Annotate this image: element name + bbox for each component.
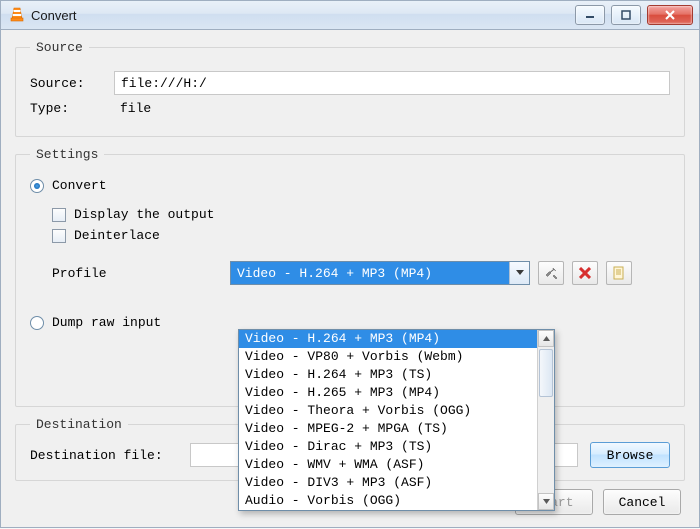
minimize-button[interactable]: [575, 5, 605, 25]
source-legend: Source: [30, 40, 89, 55]
profile-dropdown-list[interactable]: Video - H.264 + MP3 (MP4)Video - VP80 + …: [238, 329, 555, 511]
profile-option[interactable]: Video - H.265 + MP3 (MP4): [239, 384, 537, 402]
type-value: file: [114, 101, 157, 116]
profile-option[interactable]: Video - WMV + WMA (ASF): [239, 456, 537, 474]
scroll-track[interactable]: [538, 347, 554, 493]
checkbox-icon: [52, 229, 66, 243]
profile-selected-value: Video - H.264 + MP3 (MP4): [231, 262, 509, 284]
window-title: Convert: [31, 8, 77, 23]
profile-option[interactable]: Audio - Vorbis (OGG): [239, 492, 537, 510]
maximize-button[interactable]: [611, 5, 641, 25]
source-group: Source Source: Type: file: [15, 40, 685, 137]
delete-x-icon: [579, 267, 591, 279]
deinterlace-checkbox[interactable]: Deinterlace: [30, 228, 670, 243]
profile-option[interactable]: Video - H.264 + MP3 (TS): [239, 366, 537, 384]
vlc-icon: [9, 7, 25, 23]
client-area: Source Source: Type: file Settings Conve…: [0, 30, 700, 528]
wrench-icon: [544, 266, 558, 280]
profile-option[interactable]: Video - DIV3 + MP3 (ASF): [239, 474, 537, 492]
chevron-down-icon: [509, 262, 529, 284]
destination-legend: Destination: [30, 417, 128, 432]
type-label: Type:: [30, 101, 114, 116]
edit-profile-button[interactable]: [538, 261, 564, 285]
convert-radio-label: Convert: [52, 178, 107, 193]
radio-icon: [30, 179, 44, 193]
profile-option[interactable]: Video - Theora + Vorbis (OGG): [239, 402, 537, 420]
settings-legend: Settings: [30, 147, 104, 162]
profile-option[interactable]: Video - Dirac + MP3 (TS): [239, 438, 537, 456]
profile-option[interactable]: Video - MPEG-2 + MPGA (TS): [239, 420, 537, 438]
new-profile-button[interactable]: [606, 261, 632, 285]
radio-icon: [30, 316, 44, 330]
browse-button[interactable]: Browse: [590, 442, 670, 468]
display-output-label: Display the output: [74, 207, 214, 222]
profile-combobox[interactable]: Video - H.264 + MP3 (MP4): [230, 261, 530, 285]
scroll-down-icon[interactable]: [538, 493, 554, 510]
scroll-up-icon[interactable]: [538, 330, 554, 347]
profile-label: Profile: [30, 266, 230, 281]
source-label: Source:: [30, 76, 114, 91]
profile-option[interactable]: Video - H.264 + MP3 (MP4): [239, 330, 537, 348]
checkbox-icon: [52, 208, 66, 222]
source-input[interactable]: [114, 71, 670, 95]
scrollbar[interactable]: [537, 330, 554, 510]
scroll-thumb[interactable]: [539, 349, 553, 397]
cancel-button[interactable]: Cancel: [603, 489, 681, 515]
profile-option[interactable]: Video - VP80 + Vorbis (Webm): [239, 348, 537, 366]
close-button[interactable]: [647, 5, 693, 25]
dump-raw-label: Dump raw input: [52, 315, 161, 330]
title-bar: Convert: [0, 0, 700, 30]
convert-radio-row[interactable]: Convert: [30, 178, 670, 193]
deinterlace-label: Deinterlace: [74, 228, 160, 243]
delete-profile-button[interactable]: [572, 261, 598, 285]
destination-file-label: Destination file:: [30, 448, 190, 463]
dump-raw-radio-row[interactable]: Dump raw input: [30, 315, 670, 330]
new-document-icon: [612, 266, 626, 280]
display-output-checkbox[interactable]: Display the output: [30, 207, 670, 222]
